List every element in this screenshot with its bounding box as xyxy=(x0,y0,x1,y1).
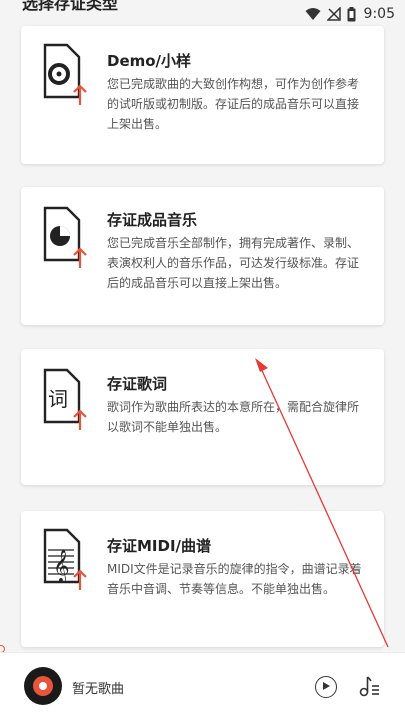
svg-text:𝄞: 𝄞 xyxy=(53,549,70,583)
card-description: 您已完成歌曲的大致创作构想，可作为创作参考的试听版或初制版。存证后的成品音乐可以… xyxy=(107,77,360,131)
playlist-icon[interactable] xyxy=(356,673,382,699)
type-card-midi-sheet[interactable]: 𝄞 存证MIDI/曲谱 MIDI文件是记录音乐的旋律的指令，曲谱记录着音乐中音调… xyxy=(21,511,384,647)
pie-upload-icon xyxy=(43,206,87,268)
card-title: 存证成品音乐 xyxy=(107,211,198,229)
player-song-title: 暂无歌曲 xyxy=(72,682,125,697)
svg-text:词: 词 xyxy=(48,387,68,411)
page-title: 选择存证类型 xyxy=(22,0,119,13)
card-description: 您已完成音乐全部制作，拥有完成著作、录制、表演权利人的音乐作品，可达发行级标准。… xyxy=(107,236,360,290)
type-card-finished-music[interactable]: 存证成品音乐 您已完成音乐全部制作，拥有完成著作、录制、表演权利人的音乐作品，可… xyxy=(21,187,384,325)
wifi-icon xyxy=(305,8,321,20)
album-cover-icon[interactable] xyxy=(24,667,62,705)
disc-upload-icon xyxy=(43,43,87,105)
status-icons: 9:05 xyxy=(305,6,395,22)
sheet-music-upload-icon: 𝄞 xyxy=(43,528,87,590)
type-card-lyrics[interactable]: 词 存证歌词 歌词作为歌曲所表达的本意所在，需配合旋律所以歌词不能单独出售。 xyxy=(21,349,384,485)
mini-player: 暂无歌曲 xyxy=(0,652,405,720)
battery-icon xyxy=(347,6,356,21)
play-button[interactable] xyxy=(315,676,337,698)
card-title: 存证MIDI/曲谱 xyxy=(107,537,212,555)
no-signal-icon xyxy=(326,7,341,21)
card-description: 歌词作为歌曲所表达的本意所在，需配合旋律所以歌词不能单独出售。 xyxy=(107,400,360,434)
type-card-demo[interactable]: Demo/小样 您已完成歌曲的大致创作构想，可作为创作参考的试听版或初制版。存证… xyxy=(21,26,384,164)
status-time: 9:05 xyxy=(363,6,395,22)
card-description: MIDI文件是记录音乐的旋律的指令，曲谱记录着音乐中音调、节奏等信息。不能单独出… xyxy=(107,562,362,596)
card-title: 存证歌词 xyxy=(107,375,168,393)
card-title: Demo/小样 xyxy=(107,52,192,70)
lyrics-upload-icon: 词 xyxy=(43,368,87,430)
